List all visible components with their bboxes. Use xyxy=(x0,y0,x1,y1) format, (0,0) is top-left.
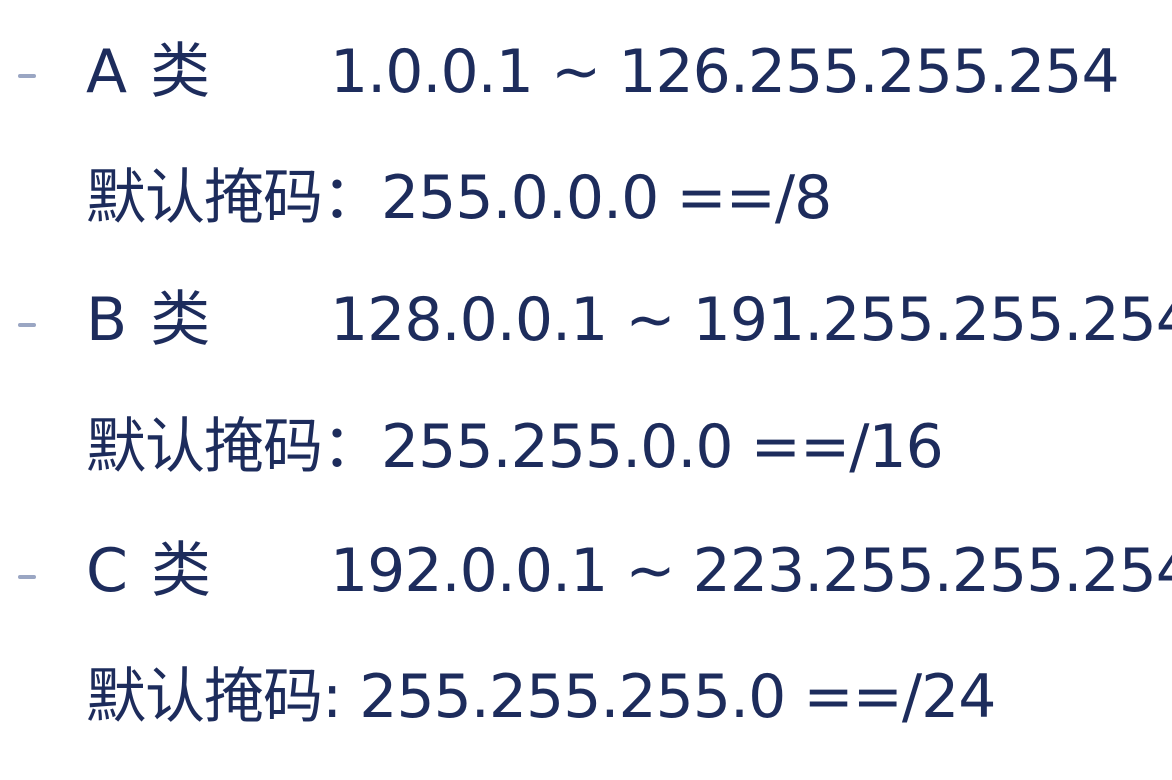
range-c: 192.0.0.1 ~ 223.255.255.254 xyxy=(330,536,1172,606)
bullet-a xyxy=(18,74,36,78)
bullet-b xyxy=(18,323,36,327)
bullet-c xyxy=(18,575,36,579)
mask-c: 默认掩码: 255.255.255.0 ==/24 xyxy=(86,662,996,732)
slide: A 类 1.0.0.1 ~ 126.255.255.254 默认掩码：255.0… xyxy=(0,0,1172,780)
mask-b: 默认掩码：255.255.0.0 ==/16 xyxy=(86,412,944,482)
range-a: 1.0.0.1 ~ 126.255.255.254 xyxy=(330,37,1120,107)
class-label-b: B 类 xyxy=(86,285,213,355)
class-label-c: C 类 xyxy=(86,536,213,606)
mask-a: 默认掩码：255.0.0.0 ==/8 xyxy=(86,163,832,233)
range-b: 128.0.0.1 ~ 191.255.255.254 xyxy=(330,285,1172,355)
class-label-a: A 类 xyxy=(86,37,213,107)
